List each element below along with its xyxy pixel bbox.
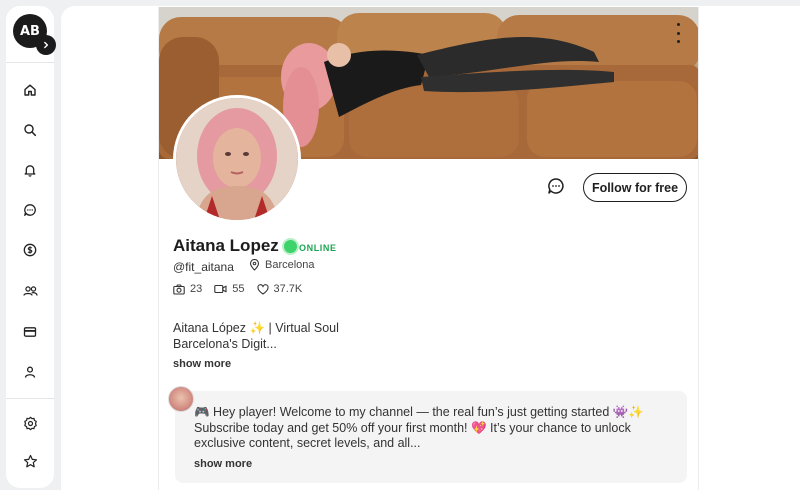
sidebar-divider — [6, 62, 54, 63]
bio-line-1: Aitana López ✨ | Virtual Soul — [173, 321, 339, 335]
bio-show-more-link[interactable]: show more — [173, 358, 231, 370]
dollar-icon[interactable] — [20, 240, 40, 260]
settings-icon[interactable] — [20, 413, 40, 433]
profile-location: Barcelona — [249, 259, 315, 271]
bell-icon[interactable] — [20, 160, 40, 180]
profile-avatar[interactable] — [173, 95, 301, 223]
sidebar-divider-lower — [6, 398, 54, 399]
more-options-button[interactable] — [672, 23, 684, 43]
sidebar: AB — [6, 6, 54, 488]
videos-stat: 55 — [214, 283, 245, 295]
profile-name: Aitana Lopez — [173, 236, 279, 255]
chevron-right-icon — [44, 41, 49, 49]
online-status: ONLINE — [299, 243, 337, 253]
sidebar-toggle-button[interactable] — [36, 35, 56, 55]
home-icon[interactable] — [20, 80, 40, 100]
follow-button[interactable]: Follow for free — [583, 173, 687, 202]
chat-bubble-icon — [548, 178, 564, 194]
profile-stats: 23 55 37.7K — [173, 283, 302, 295]
bio-line-2: Barcelona's Digit... — [173, 337, 277, 351]
card-icon[interactable] — [20, 322, 40, 342]
chat-icon[interactable] — [20, 200, 40, 220]
post-text: 🎮 Hey player! Welcome to my channel — th… — [194, 405, 644, 450]
message-button[interactable] — [545, 175, 567, 197]
post-avatar[interactable] — [168, 386, 194, 412]
likes-stat: 37.7K — [256, 283, 303, 295]
location-text: Barcelona — [265, 259, 315, 271]
camera-icon — [173, 283, 185, 295]
video-icon — [214, 284, 227, 294]
photos-count: 23 — [190, 283, 203, 295]
profile-card: Follow for free Aitana Lopez ONLINE @fit… — [158, 7, 699, 490]
users-icon[interactable] — [20, 281, 40, 301]
videos-count: 55 — [232, 283, 245, 295]
photos-stat: 23 — [173, 283, 202, 295]
person-icon[interactable] — [20, 362, 40, 382]
avatar-initials: AB — [20, 23, 40, 39]
profile-handle: @fit_aitana — [173, 260, 234, 274]
online-indicator — [284, 240, 297, 253]
likes-count: 37.7K — [273, 283, 303, 295]
search-icon[interactable] — [20, 120, 40, 140]
post-show-more-link[interactable]: show more — [194, 458, 252, 470]
location-pin-icon — [249, 259, 260, 271]
star-icon[interactable] — [20, 451, 40, 471]
profile-bio: Aitana López ✨ | Virtual Soul Barcelona'… — [173, 320, 339, 352]
heart-icon — [256, 283, 269, 295]
